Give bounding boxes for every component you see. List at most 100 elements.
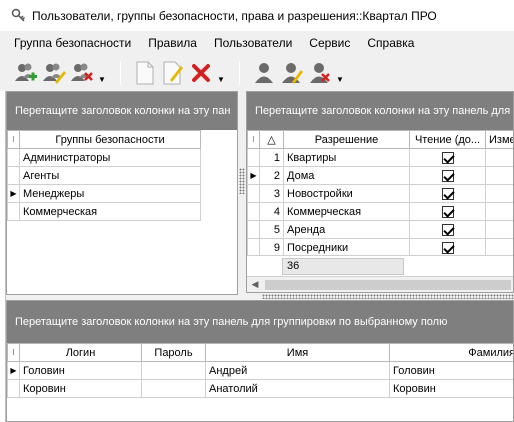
permission-name[interactable]: Аренда bbox=[283, 220, 410, 239]
permissions-grid: ⁝ △ Разрешение Чтение (до... Изме 1 Квар… bbox=[247, 130, 513, 257]
delete-user-button[interactable] bbox=[308, 60, 332, 86]
menu-help[interactable]: Справка bbox=[365, 34, 416, 52]
read-checkbox[interactable] bbox=[441, 169, 454, 182]
row-indicator bbox=[247, 238, 260, 257]
toolbar-separator bbox=[120, 61, 121, 85]
users-panel: Перетащите заголовок колонки на эту пане… bbox=[6, 300, 514, 422]
group-by-panel[interactable]: Перетащите заголовок колонки на эту пане… bbox=[247, 92, 513, 130]
delete-rule-button[interactable] bbox=[189, 60, 213, 86]
horizontal-splitter[interactable] bbox=[262, 294, 514, 299]
table-row[interactable]: ▶ Головин Андрей Головин bbox=[7, 361, 513, 380]
permission-name[interactable]: Посредники bbox=[283, 238, 410, 257]
read-checkbox[interactable] bbox=[441, 223, 454, 236]
summary-footer: 36 bbox=[247, 255, 513, 276]
toolbar: ▼ ▼ ▼ bbox=[0, 55, 514, 91]
edit-user-icon bbox=[282, 63, 303, 84]
group-by-panel[interactable]: Перетащите заголовок колонки на эту пан bbox=[7, 92, 237, 130]
edit-user-button[interactable] bbox=[280, 60, 304, 86]
table-row[interactable]: Агенты bbox=[7, 166, 201, 185]
user-name[interactable]: Анатолий bbox=[205, 379, 390, 398]
menu-service[interactable]: Сервис bbox=[307, 34, 352, 52]
read-checkbox[interactable] bbox=[441, 187, 454, 200]
permission-id: 3 bbox=[259, 184, 284, 203]
column-header-permission[interactable]: Разрешение bbox=[283, 130, 410, 149]
group-name[interactable]: Администраторы bbox=[19, 148, 201, 167]
table-row[interactable]: Коммерческая bbox=[7, 202, 201, 221]
column-header-groups[interactable]: Группы безопасности bbox=[19, 130, 201, 149]
new-rule-button[interactable] bbox=[133, 60, 157, 86]
chevron-down-icon[interactable]: ▼ bbox=[217, 76, 225, 84]
user-login[interactable]: Головин bbox=[19, 361, 142, 380]
user-password[interactable] bbox=[141, 361, 206, 380]
horizontal-scrollbar[interactable]: ◀ bbox=[247, 276, 513, 292]
column-header-edit[interactable]: Изме bbox=[485, 130, 513, 149]
table-row[interactable]: 3 Новостройки bbox=[247, 184, 513, 203]
column-header-name[interactable]: Имя bbox=[205, 343, 390, 362]
permission-name[interactable]: Квартиры bbox=[283, 148, 410, 167]
menu-bar: Группа безопасности Правила Пользователи… bbox=[0, 31, 514, 55]
new-document-icon bbox=[136, 61, 154, 85]
user-password[interactable] bbox=[141, 379, 206, 398]
row-indicator bbox=[7, 379, 20, 398]
user-surname[interactable]: Коровин bbox=[389, 379, 513, 398]
read-checkbox[interactable] bbox=[441, 241, 454, 254]
read-checkbox[interactable] bbox=[441, 205, 454, 218]
permission-name[interactable]: Новостройки bbox=[283, 184, 410, 203]
permission-id: 4 bbox=[259, 202, 284, 221]
row-indicator bbox=[247, 148, 260, 167]
row-indicator bbox=[247, 202, 260, 221]
table-row[interactable]: 1 Квартиры bbox=[247, 148, 513, 167]
user-surname[interactable]: Головин bbox=[389, 361, 513, 380]
delete-group-icon bbox=[71, 63, 93, 81]
permission-name[interactable]: Дома bbox=[283, 166, 410, 185]
table-row[interactable]: 9 Посредники bbox=[247, 238, 513, 257]
read-checkbox[interactable] bbox=[441, 151, 454, 164]
scroll-left-icon[interactable]: ◀ bbox=[247, 279, 263, 290]
column-header-login[interactable]: Логин bbox=[19, 343, 142, 362]
user-name[interactable]: Андрей bbox=[205, 361, 390, 380]
permission-id: 9 bbox=[259, 238, 284, 257]
menu-users[interactable]: Пользователи bbox=[212, 34, 294, 52]
window-title: Пользователи, группы безопасности, права… bbox=[32, 8, 437, 23]
table-row[interactable]: 4 Коммерческая bbox=[247, 202, 513, 221]
row-count-summary: 36 bbox=[282, 258, 404, 275]
group-name[interactable]: Коммерческая bbox=[19, 202, 201, 221]
column-chooser-icon[interactable]: ⁝ bbox=[7, 343, 20, 362]
group-by-panel[interactable]: Перетащите заголовок колонки на эту пане… bbox=[7, 301, 513, 343]
column-header-password[interactable]: Пароль bbox=[141, 343, 206, 362]
permission-name[interactable]: Коммерческая bbox=[283, 202, 410, 221]
user-login[interactable]: Коровин bbox=[19, 379, 142, 398]
table-row[interactable]: Администраторы bbox=[7, 148, 201, 167]
title-bar: Пользователи, группы безопасности, права… bbox=[0, 0, 514, 31]
column-header-read[interactable]: Чтение (до... bbox=[409, 130, 486, 149]
column-header-surname[interactable]: Фамилия bbox=[389, 343, 513, 362]
table-row[interactable]: Коровин Анатолий Коровин bbox=[7, 379, 513, 398]
security-groups-grid: ⁝ Группы безопасности Администраторы Аге… bbox=[7, 130, 201, 221]
toolbar-separator bbox=[239, 61, 240, 85]
vertical-splitter[interactable] bbox=[239, 168, 245, 194]
group-name[interactable]: Менеджеры bbox=[19, 184, 201, 203]
table-row[interactable]: 5 Аренда bbox=[247, 220, 513, 239]
scrollbar-thumb[interactable] bbox=[265, 279, 511, 290]
column-header-id[interactable]: △ bbox=[259, 130, 284, 149]
column-chooser-icon[interactable]: ⁝ bbox=[247, 130, 260, 149]
edit-group-button[interactable] bbox=[42, 60, 66, 86]
users-grid: ⁝ Логин Пароль Имя Фамилия ▶ Головин Анд… bbox=[7, 343, 513, 398]
row-indicator bbox=[247, 184, 260, 203]
delete-group-button[interactable] bbox=[70, 60, 94, 86]
chevron-down-icon[interactable]: ▼ bbox=[336, 76, 344, 84]
chevron-down-icon[interactable]: ▼ bbox=[98, 76, 106, 84]
permission-id: 5 bbox=[259, 220, 284, 239]
menu-security-group[interactable]: Группа безопасности bbox=[12, 34, 133, 52]
table-row[interactable]: ▶ Менеджеры bbox=[7, 184, 201, 203]
column-chooser-icon[interactable]: ⁝ bbox=[7, 130, 20, 149]
delete-user-icon bbox=[310, 63, 330, 83]
add-group-button[interactable] bbox=[14, 60, 38, 86]
table-row[interactable]: ▶ 2 Дома bbox=[247, 166, 513, 185]
user-icon bbox=[255, 63, 273, 83]
edit-rule-button[interactable] bbox=[161, 60, 185, 86]
menu-rules[interactable]: Правила bbox=[146, 34, 199, 52]
user-button[interactable] bbox=[252, 60, 276, 86]
permissions-panel: Перетащите заголовок колонки на эту пане… bbox=[246, 91, 514, 293]
group-name[interactable]: Агенты bbox=[19, 166, 201, 185]
